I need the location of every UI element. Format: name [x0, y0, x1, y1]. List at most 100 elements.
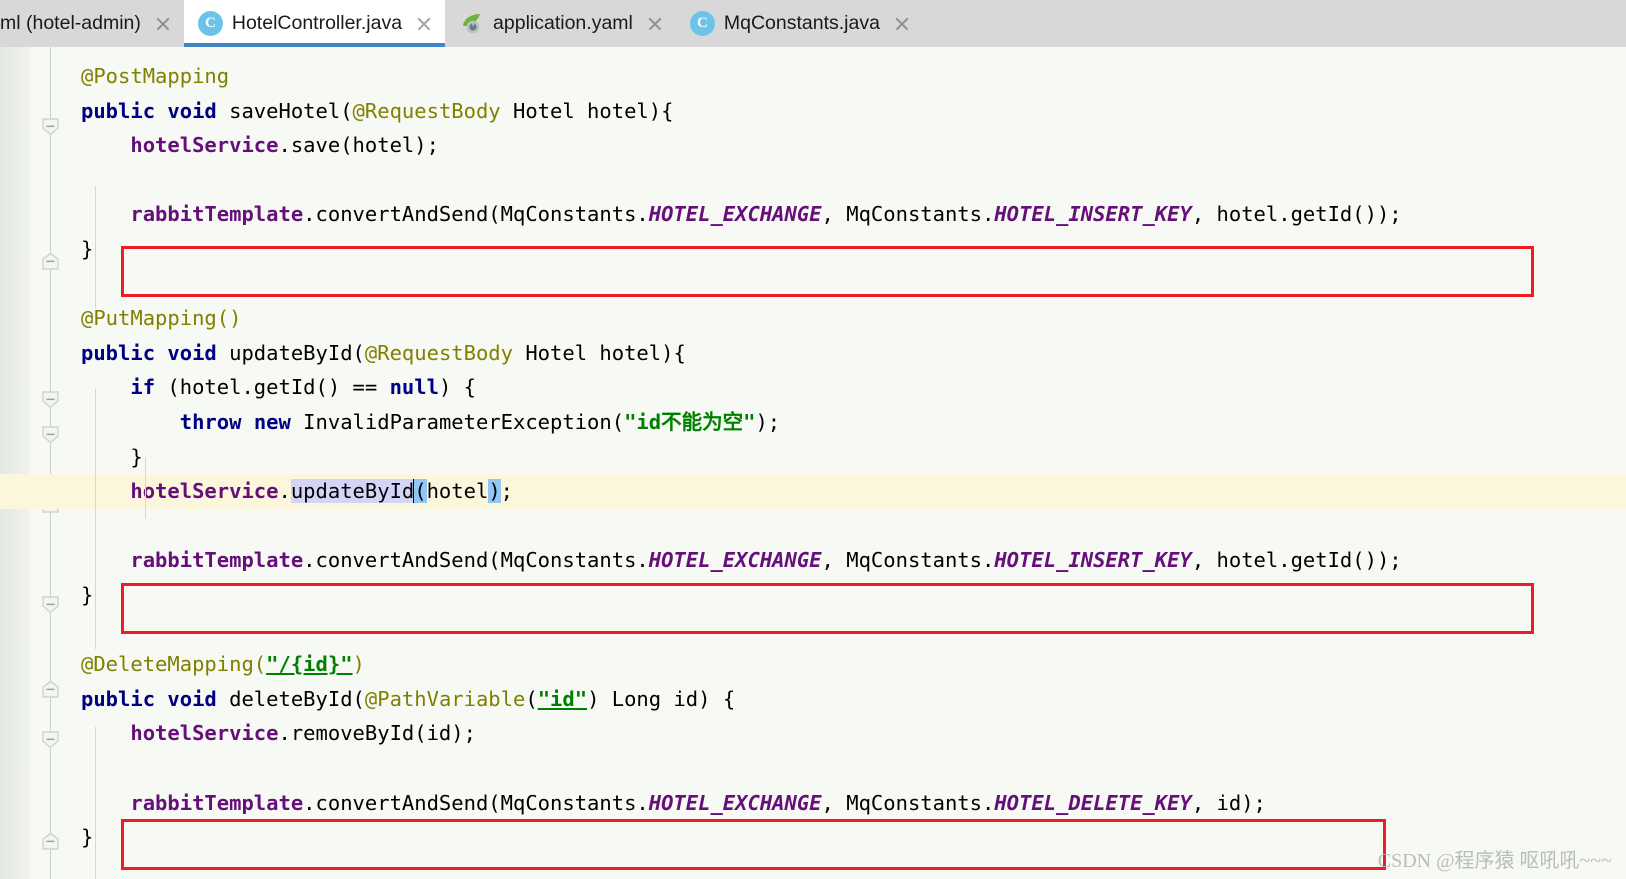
code-token: HOTEL_EXCHANGE — [648, 790, 822, 815]
code-token: "/{id}" — [266, 652, 353, 677]
code-token: HOTEL_DELETE_KEY — [994, 790, 1192, 815]
code-line[interactable] — [0, 509, 1626, 544]
editor-tab-bar: ml (hotel-admin) C HotelController.java app… — [0, 0, 1626, 47]
code-line[interactable]: public void updateById(@RequestBody Hote… — [0, 336, 1626, 371]
code-token: } — [130, 444, 143, 469]
spring-yaml-icon — [459, 11, 484, 36]
source-code[interactable]: @PostMapping public void saveHotel(@Reque… — [0, 47, 1626, 879]
code-token: "id不能为空" — [624, 410, 756, 434]
selected-token: updateById — [290, 479, 415, 504]
code-token: void — [167, 340, 217, 365]
code-token: "id" — [537, 686, 588, 711]
code-line[interactable]: @PostMapping — [0, 59, 1626, 94]
code-token: (hotel.getId() == — [155, 375, 390, 400]
code-token: . — [278, 479, 291, 504]
code-line[interactable]: public void saveHotel(@RequestBody Hotel… — [0, 94, 1626, 129]
code-token: @RequestBody — [364, 340, 513, 365]
bracket-match-token: ( — [414, 479, 427, 504]
code-token: , MqConstants. — [821, 548, 995, 573]
code-line[interactable] — [0, 163, 1626, 198]
code-token: .convertAndSend(MqConstants. — [303, 202, 649, 227]
code-token: public — [81, 340, 156, 365]
code-token: , MqConstants. — [821, 790, 995, 815]
code-line[interactable]: throw new InvalidParameterException("id不… — [0, 405, 1626, 440]
code-line[interactable] — [0, 267, 1626, 302]
code-token: hotelService — [130, 133, 279, 158]
code-token: HOTEL_EXCHANGE — [648, 548, 822, 573]
editor-tab-3[interactable]: application.yaml — [445, 0, 676, 47]
code-line[interactable]: rabbitTemplate.convertAndSend(MqConstant… — [0, 197, 1626, 232]
code-token: @RequestBody — [352, 98, 501, 123]
code-token: ) Long id) { — [587, 686, 736, 711]
code-line[interactable]: if (hotel.getId() == null) { — [0, 370, 1626, 405]
indent-guide — [95, 727, 96, 879]
indent-guide — [145, 457, 146, 519]
close-icon[interactable] — [646, 15, 664, 33]
close-icon[interactable] — [893, 15, 911, 33]
code-line[interactable]: hotelService.removeById(id); — [0, 716, 1626, 751]
code-token: void — [167, 686, 217, 711]
code-token: public — [81, 98, 156, 123]
code-token: ); — [755, 410, 781, 434]
editor-tab-1[interactable]: ml (hotel-admin) — [0, 0, 184, 47]
code-token: .removeById(id); — [278, 721, 476, 746]
code-line[interactable] — [0, 751, 1626, 786]
code-token: hotel — [426, 479, 489, 504]
code-token: .save(hotel); — [278, 133, 439, 158]
code-token: HOTEL_INSERT_KEY — [994, 548, 1192, 573]
code-line[interactable]: @DeleteMapping("/{id}") — [0, 647, 1626, 682]
java-class-icon: C — [197, 11, 223, 36]
editor-tab-label: HotelController.java — [231, 11, 403, 34]
code-token: rabbitTemplate — [130, 202, 304, 227]
code-token: , hotel.getId()); — [1191, 202, 1402, 227]
close-icon[interactable] — [154, 15, 172, 33]
code-token: ; — [500, 479, 513, 504]
code-line-active[interactable]: hotelService.updateById(hotel); — [0, 474, 1626, 509]
code-line[interactable]: @PutMapping() — [0, 301, 1626, 336]
code-token: Hotel hotel){ — [500, 98, 674, 123]
editor-tab-4[interactable]: C MqConstants.java — [675, 0, 923, 47]
code-token: , hotel.getId()); — [1191, 548, 1402, 573]
code-token: void — [167, 98, 217, 123]
code-token: HOTEL_EXCHANGE — [648, 202, 822, 227]
code-token: ) { — [438, 375, 476, 400]
code-line[interactable]: } — [0, 578, 1626, 613]
code-line[interactable]: } — [0, 440, 1626, 475]
editor-tab-2[interactable]: C HotelController.java — [183, 0, 446, 47]
code-token: hotelService — [130, 721, 279, 746]
watermark-text: CSDN @程序猿 呕吼吼~~~ — [1377, 850, 1612, 872]
code-line[interactable]: hotelService.save(hotel); — [0, 128, 1626, 163]
code-token: @PathVariable — [364, 686, 526, 711]
code-token: @PostMapping — [81, 64, 230, 88]
editor-tab-label: ml (hotel-admin) — [0, 11, 141, 34]
code-token: .convertAndSend(MqConstants. — [303, 548, 649, 573]
close-icon[interactable] — [415, 15, 433, 33]
code-token: null — [389, 375, 439, 400]
code-line[interactable]: rabbitTemplate.convertAndSend(MqConstant… — [0, 543, 1626, 578]
code-line[interactable] — [0, 613, 1626, 648]
code-editor-area[interactable]: @PostMapping public void saveHotel(@Reque… — [0, 47, 1626, 879]
indent-guide — [95, 389, 96, 649]
code-token: public — [81, 686, 156, 711]
code-token: deleteById( — [216, 686, 365, 711]
code-line[interactable]: rabbitTemplate.convertAndSend(MqConstant… — [0, 786, 1626, 821]
code-token: , id); — [1191, 790, 1266, 815]
code-line[interactable]: } — [0, 232, 1626, 267]
ide-editor-window: ml (hotel-admin) C HotelController.java app… — [0, 0, 1626, 879]
bracket-match-token: ) — [488, 479, 501, 504]
indent-guide — [95, 186, 96, 308]
code-token: rabbitTemplate — [130, 548, 304, 573]
code-line[interactable]: public void deleteById(@PathVariable("id… — [0, 682, 1626, 717]
